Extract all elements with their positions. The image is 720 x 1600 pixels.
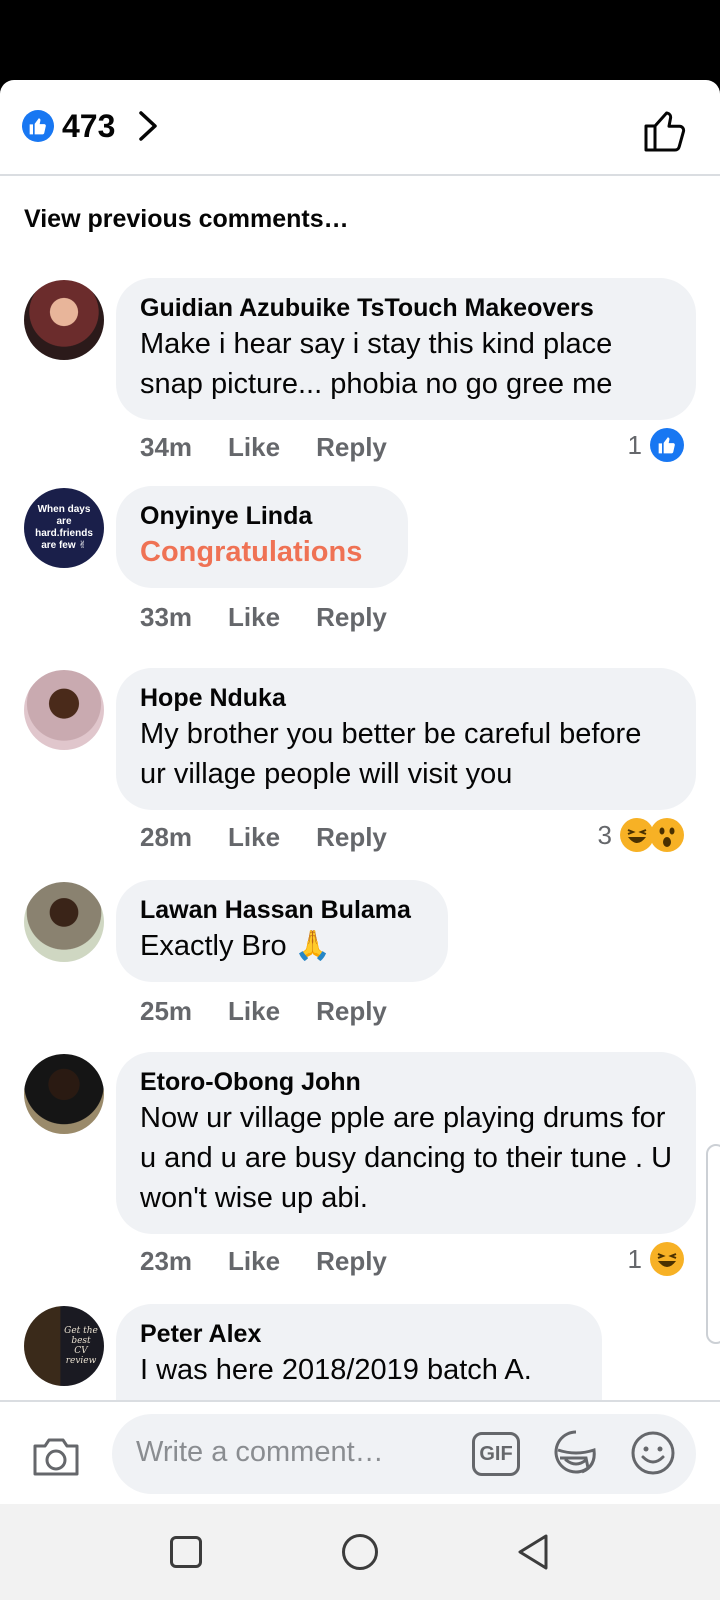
reply-action[interactable]: Reply [316, 822, 387, 852]
home-button[interactable] [342, 1534, 378, 1570]
haha-icon [650, 1242, 684, 1276]
avatar-caption: Get the best CV review [64, 1326, 98, 1366]
avatar[interactable] [24, 280, 104, 360]
wow-icon [650, 818, 684, 852]
avatar[interactable]: When days are hard.friends are few ✌ [24, 488, 104, 568]
avatar-caption: When days are hard.friends are few ✌ [35, 504, 93, 551]
chevron-right-icon[interactable] [134, 108, 162, 144]
comment-input[interactable] [136, 1436, 436, 1469]
comment-author[interactable]: Peter Alex [140, 1318, 578, 1350]
comment-time: 28m [140, 822, 193, 852]
comment-time: 23m [140, 1246, 193, 1276]
like-action[interactable]: Like [228, 432, 280, 462]
reply-action[interactable]: Reply [316, 602, 387, 632]
like-action[interactable]: Like [228, 602, 280, 632]
comment-bubble[interactable]: Onyinye Linda Congratulations [116, 486, 408, 588]
reaction-count: 1 [627, 1244, 642, 1274]
like-action[interactable]: Like [228, 1246, 280, 1276]
like-action[interactable]: Like [228, 996, 280, 1026]
avatar[interactable] [24, 1054, 104, 1134]
comment-text: Now ur village pple are playing drums fo… [140, 1102, 673, 1214]
comment-reactions[interactable]: 1 [628, 428, 684, 462]
reply-action[interactable]: Reply [316, 996, 387, 1026]
comment-reactions[interactable]: 3 [598, 818, 684, 852]
comment-author[interactable]: Guidian Azubuike TsTouch Makeovers [140, 292, 672, 324]
comment-time: 33m [140, 602, 193, 632]
comment-field[interactable]: GIF [112, 1414, 696, 1494]
like-action[interactable]: Like [228, 822, 280, 852]
comment-actions: 23m Like Reply [140, 1246, 423, 1276]
comment-actions: 34m Like Reply [140, 432, 423, 462]
comment-composer: GIF [0, 1400, 720, 1504]
comments-sheet: 473 View previous comments… Guidian Azub… [0, 80, 720, 1504]
system-navigation-bar [0, 1504, 720, 1600]
status-bar [0, 0, 720, 80]
comment-bubble[interactable]: Lawan Hassan Bulama Exactly Bro 🙏 [116, 880, 448, 982]
back-icon[interactable] [516, 1532, 550, 1572]
like-icon [650, 428, 684, 462]
reaction-count: 3 [597, 820, 612, 850]
avatar[interactable]: Get the best CV review [24, 1306, 104, 1386]
comment-bubble[interactable]: Guidian Azubuike TsTouch Makeovers Make … [116, 278, 696, 420]
comment-text: My brother you better be careful before … [140, 718, 642, 790]
like-reaction-icon [22, 110, 54, 142]
reaction-count: 1 [627, 430, 642, 460]
reaction-count[interactable]: 473 [62, 108, 115, 144]
comment-bubble[interactable]: Hope Nduka My brother you better be care… [116, 668, 696, 810]
comment-actions: 33m Like Reply [140, 602, 423, 632]
comment-text: Congratulations [140, 536, 363, 568]
comment-author[interactable]: Etoro-Obong John [140, 1066, 672, 1098]
reply-action[interactable]: Reply [316, 1246, 387, 1276]
gif-button[interactable]: GIF [472, 1432, 520, 1476]
comment-time: 25m [140, 996, 193, 1026]
like-outline-icon[interactable] [640, 104, 692, 156]
comment-text: I was here 2018/2019 batch A. [140, 1354, 532, 1386]
camera-icon[interactable] [30, 1432, 82, 1480]
comment-text: Exactly Bro 🙏 [140, 930, 331, 962]
comment-author[interactable]: Lawan Hassan Bulama [140, 894, 424, 926]
haha-icon [620, 818, 654, 852]
view-previous-comments-link[interactable]: View previous comments… [24, 204, 349, 234]
emoji-icon[interactable] [630, 1430, 676, 1476]
comment-reactions[interactable]: 1 [628, 1242, 684, 1276]
reply-action[interactable]: Reply [316, 432, 387, 462]
comment-bubble[interactable]: Etoro-Obong John Now ur village pple are… [116, 1052, 696, 1234]
gif-label: GIF [479, 1442, 513, 1465]
comment-author[interactable]: Onyinye Linda [140, 500, 384, 532]
comment-time: 34m [140, 432, 193, 462]
scroll-indicator[interactable] [706, 1144, 720, 1344]
comment-actions: 25m Like Reply [140, 996, 423, 1026]
comment-author[interactable]: Hope Nduka [140, 682, 672, 714]
recent-apps-button[interactable] [170, 1536, 202, 1568]
sticker-icon[interactable] [552, 1428, 600, 1476]
comment-actions: 28m Like Reply [140, 822, 423, 852]
avatar[interactable] [24, 670, 104, 750]
reactions-header[interactable]: 473 [0, 80, 720, 176]
comment-text: Make i hear say i stay this kind place s… [140, 328, 613, 400]
avatar[interactable] [24, 882, 104, 962]
